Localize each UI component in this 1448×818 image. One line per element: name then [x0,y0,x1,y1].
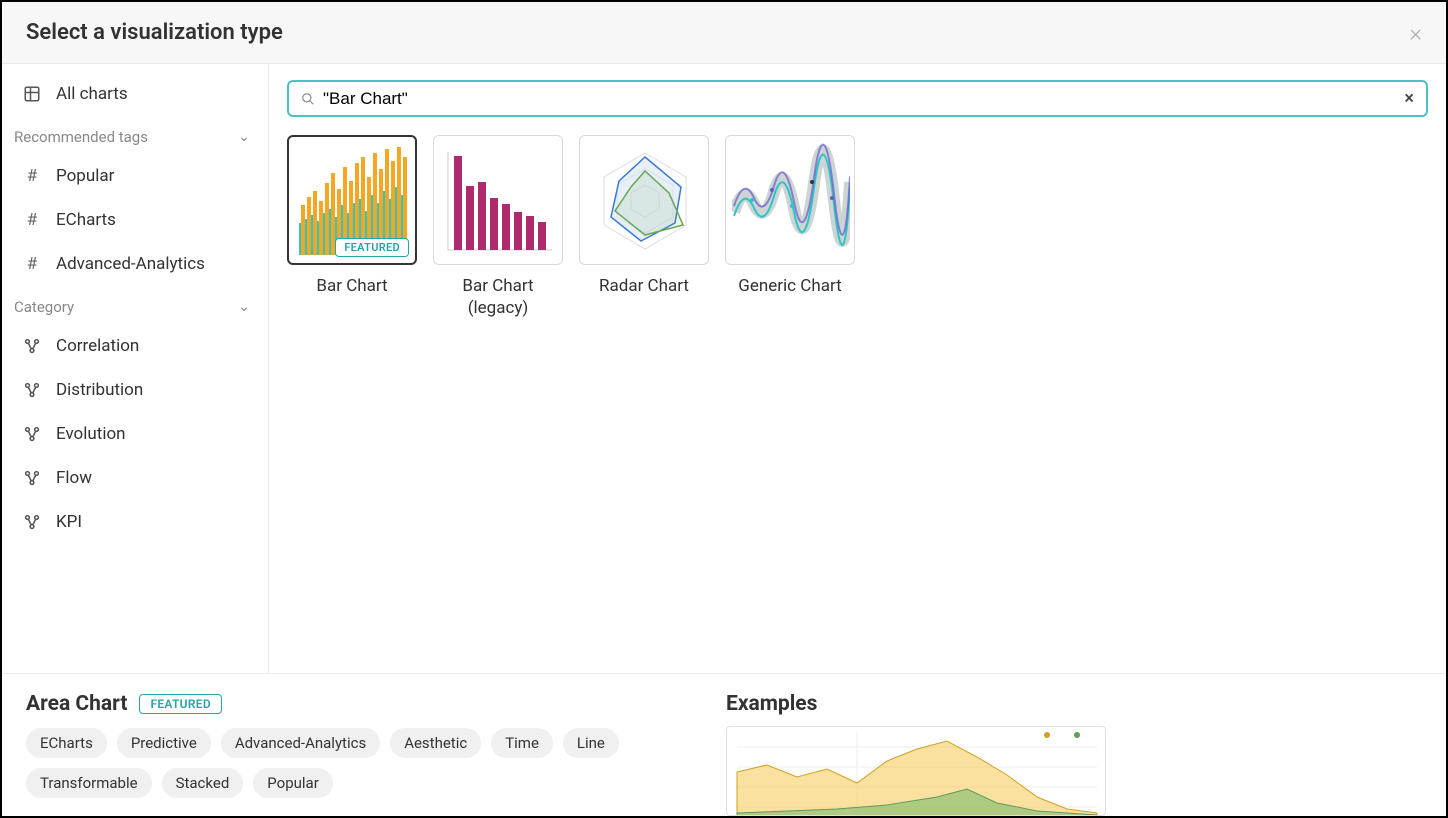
category-icon [22,425,42,443]
sidebar-item-advanced-analytics[interactable]: # Advanced-Analytics [2,242,268,286]
tag-aesthetic[interactable]: Aesthetic [390,728,481,758]
sidebar-item-label: KPI [56,512,82,532]
tag-stacked[interactable]: Stacked [162,768,244,798]
sidebar-item-echarts[interactable]: # ECharts [2,198,268,242]
hash-icon: # [22,210,42,230]
details-title: Area Chart [26,692,127,716]
close-icon[interactable]: × [1409,21,1422,45]
category-icon [22,337,42,355]
tag-list: ECharts Predictive Advanced-Analytics Ae… [26,728,686,798]
chart-cards: FEATURED Bar Chart [287,117,1428,319]
sidebar-item-label: Advanced-Analytics [56,254,205,274]
tag-echarts[interactable]: ECharts [26,728,107,758]
card-thumb [579,135,709,265]
details-panel: Area Chart FEATURED ECharts Predictive A… [2,673,1446,816]
sidebar-item-label: ECharts [56,210,116,230]
card-label: Bar Chart [287,275,417,297]
example-thumbnail[interactable] [726,726,1106,816]
search-icon [301,92,315,106]
sidebar: All charts Recommended tags ⌄ # Popular … [2,64,269,673]
card-label: Radar Chart [579,275,709,297]
card-thumb [433,135,563,265]
examples-title: Examples [726,692,1422,716]
grid-icon [22,85,42,103]
sidebar-item-correlation[interactable]: Correlation [2,324,268,368]
sidebar-item-distribution[interactable]: Distribution [2,368,268,412]
featured-badge: FEATURED [335,238,409,257]
sidebar-section-category[interactable]: Category ⌄ [2,286,268,324]
category-icon [22,469,42,487]
sidebar-item-evolution[interactable]: Evolution [2,412,268,456]
sidebar-item-label: Distribution [56,380,143,400]
card-bar-chart-legacy[interactable]: Bar Chart (legacy) [433,135,563,319]
tag-transformable[interactable]: Transformable [26,768,152,798]
category-icon [22,513,42,531]
chevron-down-icon: ⌄ [238,129,250,145]
card-bar-chart[interactable]: FEATURED Bar Chart [287,135,417,319]
tag-time[interactable]: Time [491,728,553,758]
search-field-wrap[interactable]: × [287,80,1428,117]
sidebar-item-popular[interactable]: # Popular [2,154,268,198]
sidebar-item-label: All charts [56,84,128,104]
sidebar-item-label: Flow [56,468,92,488]
tag-predictive[interactable]: Predictive [117,728,211,758]
sidebar-item-kpi[interactable]: KPI [2,500,268,544]
tag-line[interactable]: Line [563,728,619,758]
sidebar-section-recommended[interactable]: Recommended tags ⌄ [2,116,268,154]
sidebar-item-label: Popular [56,166,114,186]
sidebar-section-label: Category [14,298,74,316]
category-icon [22,381,42,399]
card-radar-chart[interactable]: Radar Chart [579,135,709,319]
modal-header: Select a visualization type × [2,2,1446,64]
card-label: Bar Chart (legacy) [433,275,563,319]
main-panel: × [269,64,1446,673]
tag-advanced-analytics[interactable]: Advanced-Analytics [221,728,380,758]
card-label: Generic Chart [725,275,855,297]
sidebar-item-label: Correlation [56,336,139,356]
modal-title: Select a visualization type [26,20,283,45]
sidebar-item-all-charts[interactable]: All charts [2,72,268,116]
sidebar-item-flow[interactable]: Flow [2,456,268,500]
hash-icon: # [22,254,42,274]
card-generic-chart[interactable]: Generic Chart [725,135,855,319]
sidebar-section-label: Recommended tags [14,128,148,146]
hash-icon: # [22,166,42,186]
card-thumb [725,135,855,265]
tag-popular[interactable]: Popular [253,768,333,798]
clear-icon[interactable]: × [1404,88,1414,109]
card-thumb: FEATURED [287,135,417,265]
sidebar-item-label: Evolution [56,424,126,444]
search-input[interactable] [323,89,1396,109]
chevron-down-icon: ⌄ [238,299,250,315]
featured-badge: FEATURED [139,694,222,714]
